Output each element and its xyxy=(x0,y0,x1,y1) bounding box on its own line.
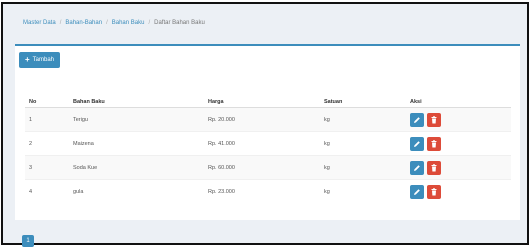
trash-icon xyxy=(431,163,437,171)
app-frame: Master Data / Bahan-Bahan / Bahan Baku / Dafta… xyxy=(1,2,529,247)
cell-no: 3 xyxy=(25,155,69,180)
content-panel: + Tambah No Bahan Baku Harga Satuan Aksi… xyxy=(15,44,520,220)
cell-aksi xyxy=(406,179,511,203)
table-row: 4 gula Rp. 23.000 kg xyxy=(25,179,511,203)
edit-button[interactable] xyxy=(410,184,424,199)
trash-icon xyxy=(431,139,437,147)
table-header-row: No Bahan Baku Harga Satuan Aksi xyxy=(25,96,511,108)
edit-button[interactable] xyxy=(410,136,424,151)
add-button[interactable]: + Tambah xyxy=(19,52,61,68)
pencil-icon xyxy=(414,188,420,195)
header-aksi: Aksi xyxy=(406,96,511,108)
cell-harga: Rp. 23.000 xyxy=(204,179,320,203)
cell-satuan: kg xyxy=(320,179,406,203)
delete-button[interactable] xyxy=(427,184,441,199)
breadcrumb-bahan-baku[interactable]: Bahan Baku xyxy=(112,20,145,26)
edit-button[interactable] xyxy=(410,112,424,127)
cell-no: 4 xyxy=(25,179,69,203)
pencil-icon xyxy=(414,140,420,147)
cell-satuan: kg xyxy=(320,131,406,156)
trash-icon xyxy=(431,115,437,123)
header-no: No xyxy=(25,96,69,108)
cell-bahan-baku: Soda Kue xyxy=(69,155,204,180)
breadcrumb-separator: / xyxy=(106,20,108,26)
add-button-label: Tambah xyxy=(32,57,55,63)
delete-button[interactable] xyxy=(427,160,441,175)
cell-no: 2 xyxy=(25,131,69,156)
breadcrumb-bahan-bahan[interactable]: Bahan-Bahan xyxy=(65,20,102,26)
cell-bahan-baku: Maizena xyxy=(69,131,204,156)
table-row: 2 Maizena Rp. 41.000 kg xyxy=(25,131,511,156)
header-bahan-baku: Bahan Baku xyxy=(69,96,204,108)
table-row: 1 Terigu Rp. 20.000 kg xyxy=(25,107,511,132)
cell-bahan-baku: gula xyxy=(69,179,204,203)
breadcrumb-separator: / xyxy=(59,20,62,26)
edit-button[interactable] xyxy=(410,160,424,175)
delete-button[interactable] xyxy=(427,136,441,151)
delete-button[interactable] xyxy=(427,112,441,127)
cell-no: 1 xyxy=(25,107,69,132)
pencil-icon xyxy=(414,164,420,171)
breadcrumb-master-data[interactable]: Master Data xyxy=(23,20,56,26)
cell-bahan-baku: Terigu xyxy=(69,107,204,132)
breadcrumb-separator: / xyxy=(148,20,151,26)
pagination-page-button[interactable]: 1 xyxy=(22,235,34,247)
pencil-icon xyxy=(414,116,420,123)
breadcrumb-current: Daftar Bahan Baku xyxy=(154,20,205,26)
header-harga: Harga xyxy=(204,96,320,108)
cell-harga: Rp. 20.000 xyxy=(204,107,320,132)
cell-aksi xyxy=(406,107,511,132)
trash-icon xyxy=(431,187,437,195)
cell-satuan: kg xyxy=(320,155,406,180)
cell-aksi xyxy=(406,131,511,156)
breadcrumb: Master Data / Bahan-Bahan / Bahan Baku / Dafta… xyxy=(23,20,205,26)
cell-harga: Rp. 60.000 xyxy=(204,155,320,180)
cell-satuan: kg xyxy=(320,107,406,132)
plus-icon: + xyxy=(25,55,30,64)
cell-harga: Rp. 41.000 xyxy=(204,131,320,156)
header-satuan: Satuan xyxy=(320,96,406,108)
bahan-baku-table: No Bahan Baku Harga Satuan Aksi 1 Terigu… xyxy=(25,96,511,203)
table-row: 3 Soda Kue Rp. 60.000 kg xyxy=(25,155,511,180)
cell-aksi xyxy=(406,155,511,180)
